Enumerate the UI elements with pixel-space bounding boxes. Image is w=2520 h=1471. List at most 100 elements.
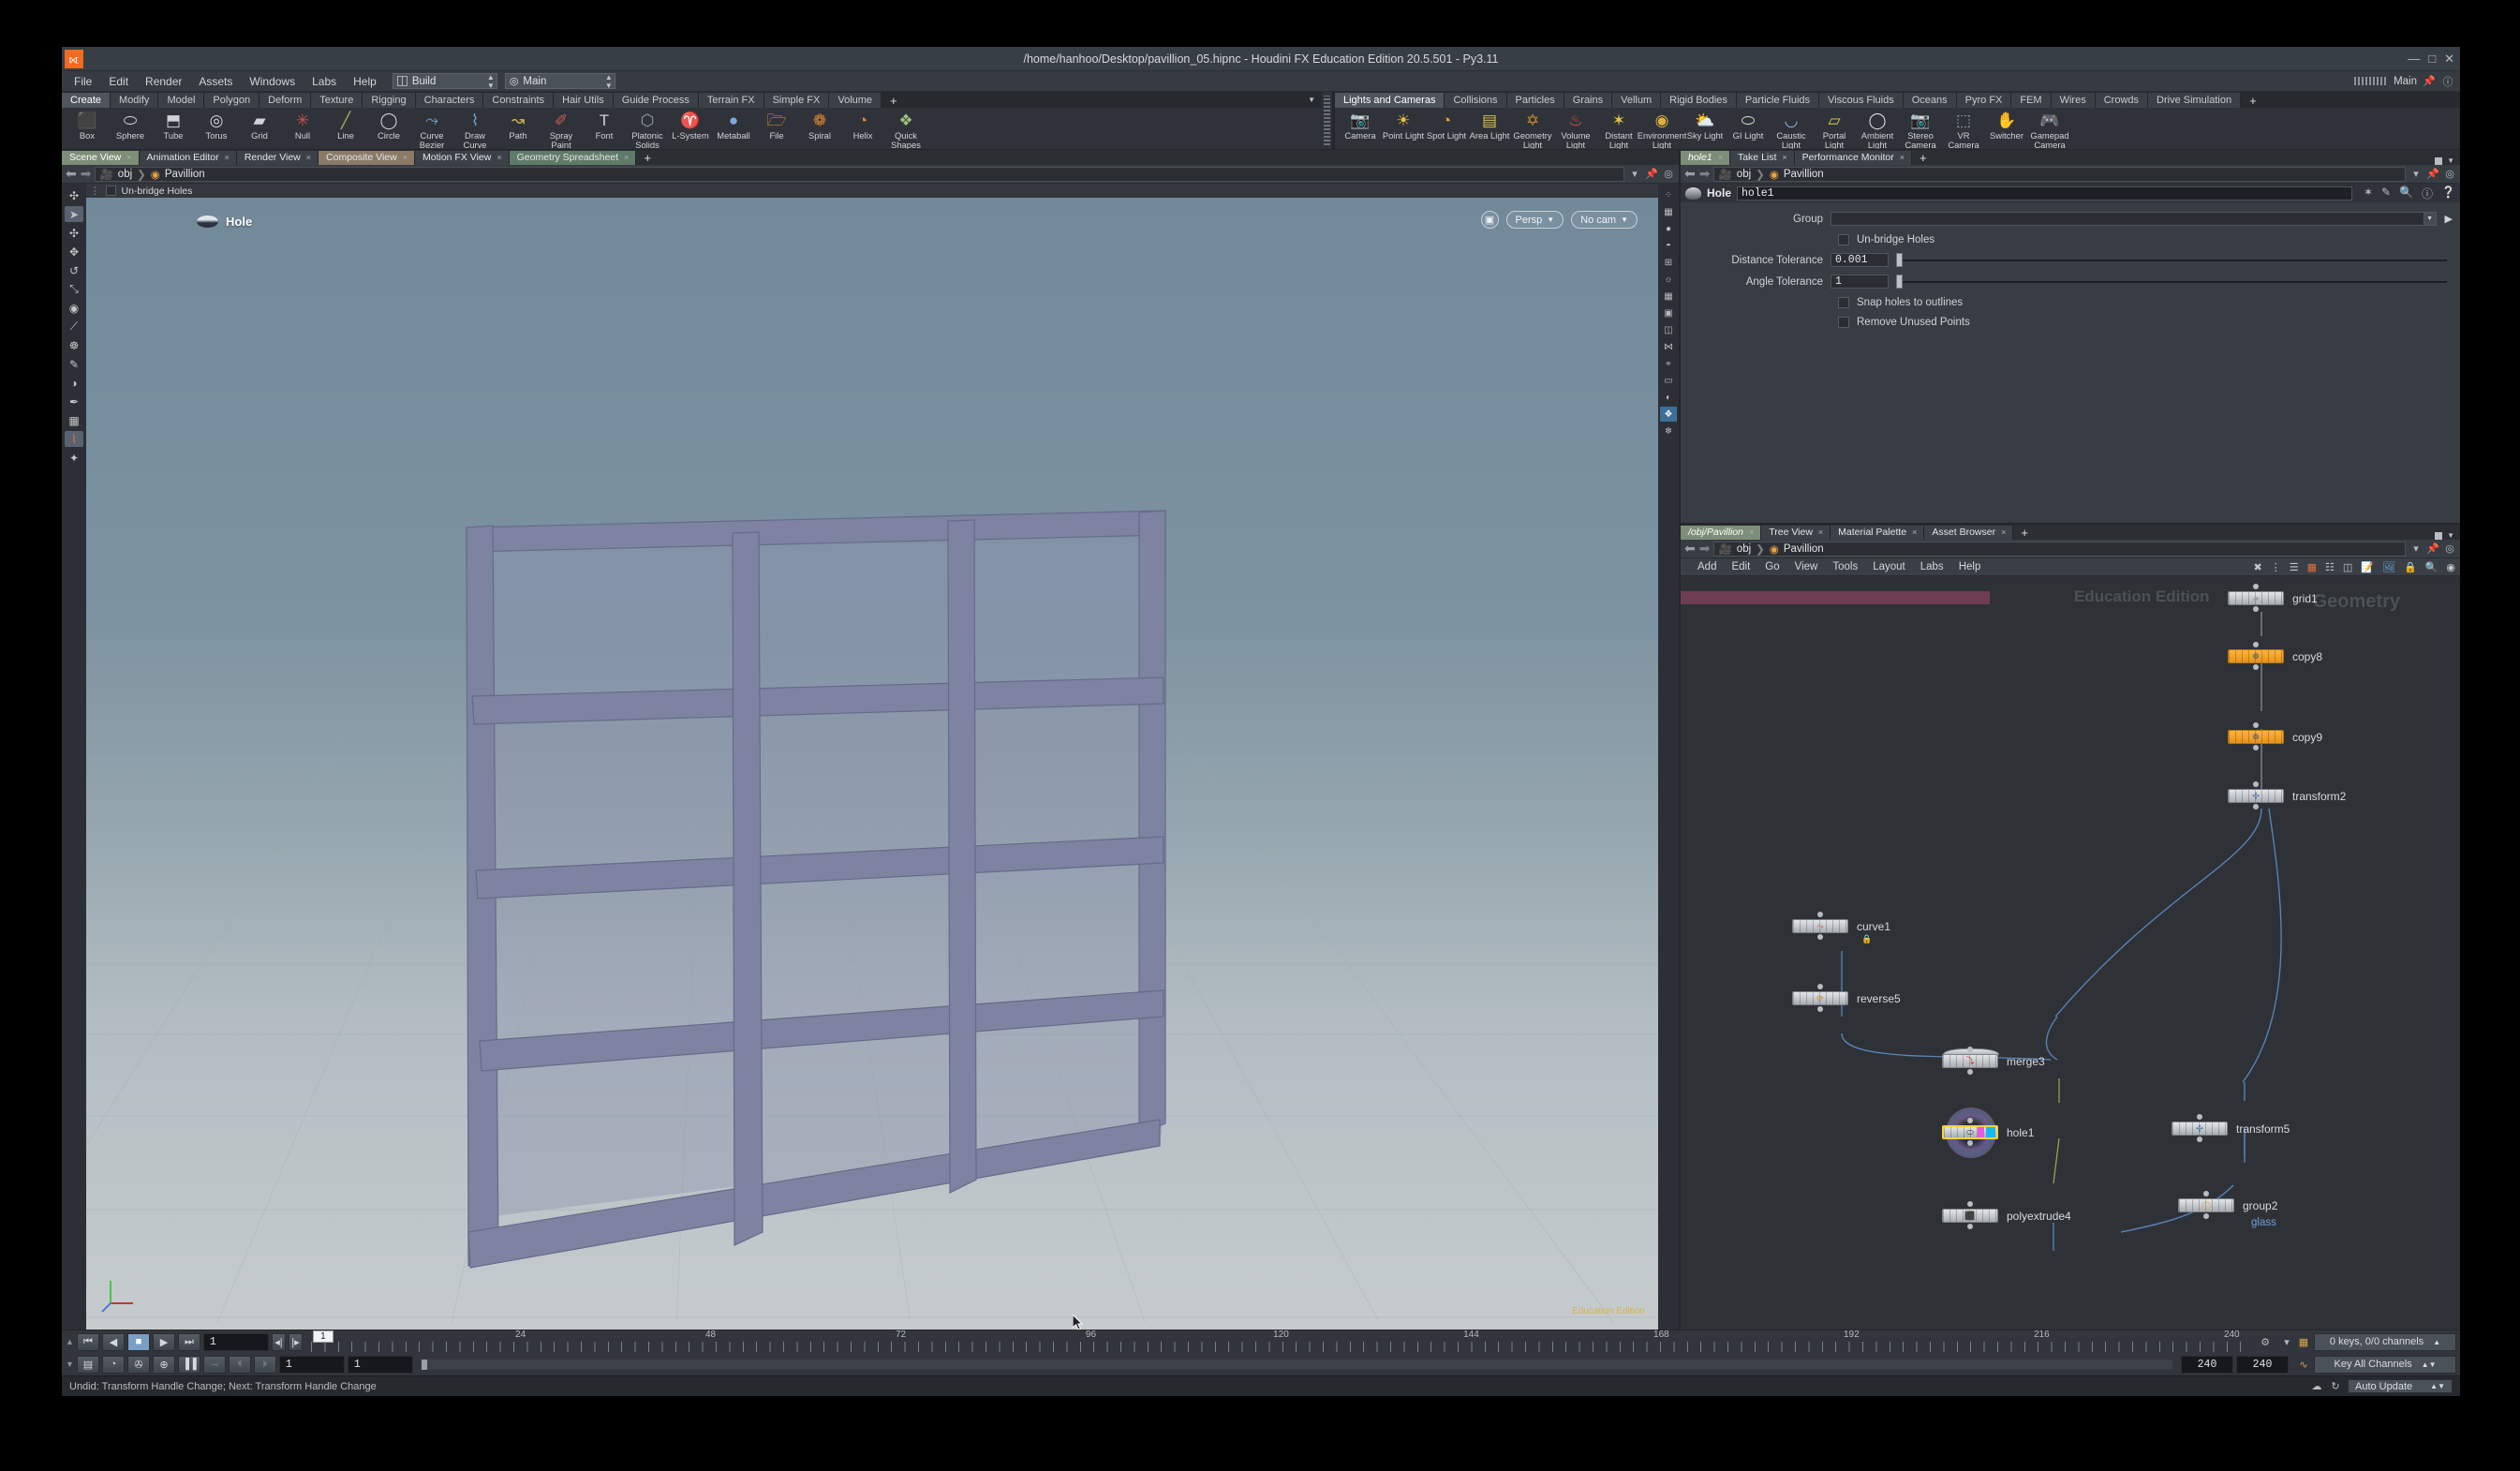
handles-tool[interactable]: ✣ (65, 225, 83, 241)
node-body[interactable]: ⤳ (1792, 919, 1848, 934)
shelf-tab-guide-process[interactable]: Guide Process (613, 93, 699, 108)
channel-list-icon[interactable]: ▦ (2297, 1335, 2310, 1348)
pane-tab-geometry-spreadsheet[interactable]: Geometry Spreadsheet × (509, 151, 637, 166)
scale-tool[interactable]: ⤡ (65, 281, 83, 297)
shelf-tab-constraints[interactable]: Constraints (483, 93, 555, 108)
layout-selector[interactable]: ◎ Main ▲ ▼ (504, 73, 615, 90)
shelf-tool-metaball[interactable]: ● Metaball (712, 110, 755, 141)
shelf-tab-simple-fx[interactable]: Simple FX (763, 93, 830, 108)
shelf-tool-caustic-light[interactable]: ◡ Caustic Light (1770, 110, 1813, 149)
shelf-tool-font[interactable]: T Font (583, 110, 626, 141)
shelf-overflow-icon[interactable]: ▼ (1301, 93, 1322, 108)
shelf-tool-l-system[interactable]: ♈ L-System (669, 110, 712, 141)
back-icon[interactable]: ⬅ (66, 166, 77, 182)
shelf-tool-curve-bezier[interactable]: ⤳ Curve Bezier (410, 110, 453, 149)
shelf-tool-spiral[interactable]: ❁ Spiral (798, 110, 841, 141)
pane-tab-render-view[interactable]: Render View × (236, 151, 319, 166)
shelf-tool-box[interactable]: ⬛ Box (66, 110, 109, 141)
net-menu-tools[interactable]: Tools (1825, 558, 1865, 576)
shelf-tool-portal-light[interactable]: ▱ Portal Light (1813, 110, 1856, 149)
network-add-tab-button[interactable]: + (2013, 526, 2036, 540)
timeline-ruler[interactable]: 1 24 48 72 96 120 144 168 192 216 240 1 (310, 1330, 2251, 1352)
node-body[interactable]: ❁ (2228, 649, 2284, 664)
net-forward-icon[interactable]: ➡ (1699, 541, 1711, 557)
shelf-tab-texture[interactable]: Texture (311, 93, 363, 108)
shelf-tool-gi-light[interactable]: ⬭ GI Light (1727, 110, 1770, 141)
pane-tab-close-icon[interactable]: × (126, 151, 131, 165)
parameter-tab-close-icon[interactable]: × (1718, 151, 1723, 165)
pane-tab-close-icon[interactable]: × (225, 151, 230, 165)
shelf-tool-switcher[interactable]: ✋ Switcher (1985, 110, 2028, 141)
shelf-tool-area-light[interactable]: ▤ Area Light (1468, 110, 1511, 141)
brush-icon[interactable]: ✎ (2381, 186, 2391, 201)
shelf-tool-spot-light[interactable]: ◔ Spot Light (1425, 110, 1468, 141)
step-back-button[interactable]: ◀ (101, 1332, 125, 1351)
help-icon[interactable]: ⓘ (2441, 75, 2454, 88)
shelf-tab-wires[interactable]: Wires (2051, 93, 2096, 108)
net-menu-add[interactable]: Add (1690, 558, 1724, 576)
unbridge-holes-checkbox[interactable] (1838, 234, 1849, 246)
pane-tab-close-icon[interactable]: × (497, 151, 501, 165)
stop-button[interactable]: ■ (126, 1332, 150, 1351)
path-target-icon[interactable]: ◎ (1662, 168, 1675, 181)
next-key-button[interactable]: ⏵ (253, 1355, 276, 1374)
shelf-tool-file[interactable]: 🗁 File (755, 110, 798, 141)
shelf-tab-rigging[interactable]: Rigging (363, 93, 416, 108)
menu-labs[interactable]: Labs (304, 71, 345, 92)
note-icon[interactable]: 📝 (2361, 561, 2374, 573)
shelf-tool-torus[interactable]: ◎ Torus (195, 110, 238, 141)
cook-status-icon[interactable]: ☁ (2310, 1380, 2323, 1393)
range-start-global-input[interactable]: 1 (347, 1355, 413, 1374)
snap-toggle[interactable]: ⌖ (1660, 356, 1677, 371)
shelf-tab-rigid-bodies[interactable]: Rigid Bodies (1661, 93, 1737, 108)
search-icon[interactable]: 🔍 (2399, 186, 2413, 201)
keys-status-button[interactable]: 0 keys, 0/0 channels ▲ (2314, 1332, 2456, 1351)
menu-file[interactable]: File (66, 71, 100, 92)
network-tab-close-icon[interactable]: × (1749, 526, 1754, 540)
playhead[interactable]: 1 (312, 1330, 334, 1343)
snapshot-button[interactable]: ▤ (76, 1355, 99, 1374)
node-name-input[interactable] (1737, 186, 2352, 201)
shelf-tab-drive-simulation[interactable]: Drive Simulation (2148, 93, 2242, 108)
network-tab-material-palette[interactable]: Material Palette × (1831, 526, 1925, 541)
network-path-field[interactable]: 🎥 obj ❯ ◉ Pavillion (1713, 541, 2406, 557)
ghost-toggle[interactable]: ◓ (1660, 238, 1677, 253)
menu-help[interactable]: Help (345, 71, 385, 92)
net-menu-labs[interactable]: Labs (1913, 558, 1951, 576)
network-node-polyextrude4[interactable]: ⬛ polyextrude4 (1942, 1201, 2071, 1230)
curve-tool[interactable]: ⌇ (65, 431, 83, 448)
shelf-tab-particles[interactable]: Particles (1506, 93, 1564, 108)
normals-toggle[interactable]: ⋈ (1660, 339, 1677, 354)
move-tool[interactable]: ✥ (65, 244, 83, 260)
shelf-tool-vr-camera[interactable]: ⬚ VR Camera (1942, 110, 1985, 149)
viewport-camera-selector[interactable]: No cam ▼ (1571, 211, 1638, 230)
color-palette-icon[interactable]: ▦ (2307, 561, 2317, 573)
parameter-tab-close-icon[interactable]: × (1900, 151, 1905, 165)
grid-toggle[interactable]: ▦ (1660, 289, 1677, 304)
network-tab-asset-browser[interactable]: Asset Browser × (1924, 526, 2014, 541)
shelf-tool-line[interactable]: ╱ Line (324, 110, 367, 141)
display-shaded-toggle[interactable]: ● (1660, 221, 1677, 236)
shelf-tab-vellum[interactable]: Vellum (1612, 93, 1662, 108)
pin-path-icon[interactable]: 📌 (1645, 168, 1658, 181)
shelf-tab-deform[interactable]: Deform (259, 93, 312, 108)
op-toggle-checkbox[interactable] (105, 186, 116, 197)
frame-range-bar[interactable] (421, 1359, 2172, 1370)
sculpt-tool[interactable]: ◑ (65, 375, 83, 391)
edit-tool[interactable]: ✎ (65, 356, 83, 372)
shelf-tool-spray-paint[interactable]: ✐ Spray Paint (540, 110, 583, 149)
node-display-flag[interactable] (1986, 1127, 1995, 1138)
shelf-tab-oceans[interactable]: Oceans (1903, 93, 1957, 108)
help-question-icon[interactable]: ❔ (2441, 186, 2455, 201)
net-search-icon[interactable]: 🔍 (2425, 561, 2438, 573)
network-node-transform5[interactable]: ✣ transform5 (2172, 1114, 2290, 1143)
distance-tolerance-input[interactable]: 0.001 (1831, 253, 1889, 268)
net-pin-icon[interactable]: 📌 (2426, 542, 2439, 556)
topo-tool[interactable]: ▦ (65, 412, 83, 428)
shelf-tool-camera[interactable]: 📷 Camera (1339, 110, 1382, 141)
brush-tool[interactable]: ✦ (65, 450, 83, 466)
node-body[interactable]: ◯ (2178, 1198, 2234, 1213)
parameter-tab-take-list[interactable]: Take List × (1729, 151, 1795, 166)
network-pane-menu-icon[interactable]: ▼ (2447, 531, 2454, 540)
angle-tolerance-input[interactable]: 1 (1831, 275, 1889, 290)
